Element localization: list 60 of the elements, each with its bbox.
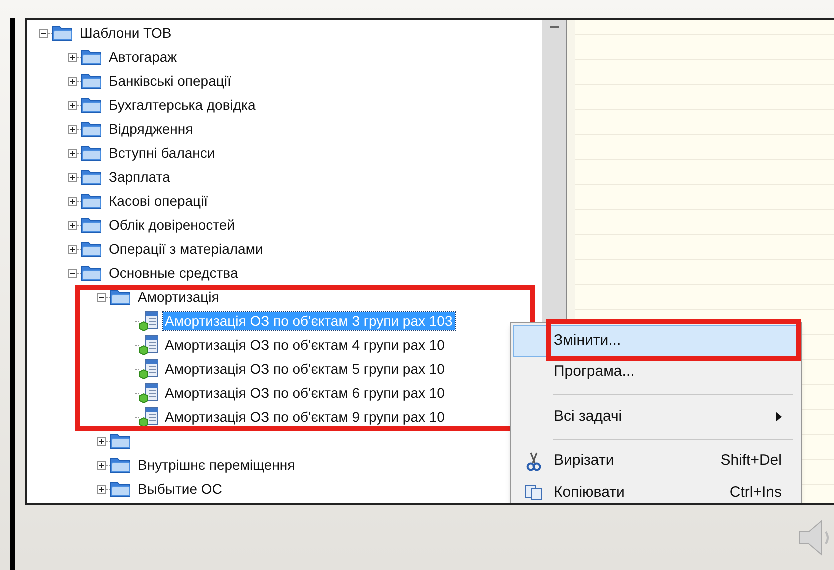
document-icon	[139, 383, 159, 403]
expand-icon[interactable]	[97, 460, 106, 470]
menu-item[interactable]: Копіювати Ctrl+Ins	[513, 477, 799, 503]
expand-icon[interactable]	[97, 484, 106, 494]
folder-icon	[81, 264, 103, 282]
tree-item[interactable]: Банківські операції	[107, 72, 234, 90]
tree-item[interactable]: Касові операції	[107, 192, 210, 210]
tree-item[interactable]: Відрядження	[107, 120, 196, 138]
expand-icon[interactable]	[97, 436, 106, 446]
document-icon	[139, 311, 159, 331]
expand-icon[interactable]	[68, 52, 77, 62]
folder-icon	[81, 216, 103, 234]
tree-item[interactable]: Амортизація ОЗ по об'єктам 5 групи рах 10	[163, 360, 447, 378]
collapse-icon[interactable]	[68, 268, 77, 278]
folder-icon	[81, 120, 103, 138]
folder-icon	[81, 144, 103, 162]
expand-icon[interactable]	[68, 148, 77, 158]
scissors-icon	[526, 452, 542, 472]
tree-item[interactable]: Автогараж	[107, 48, 180, 66]
expand-icon[interactable]	[68, 220, 77, 230]
folder-icon	[52, 24, 74, 42]
document-icon	[139, 335, 159, 355]
folder-icon	[110, 480, 132, 498]
expand-icon[interactable]	[68, 244, 77, 254]
expand-icon[interactable]	[68, 100, 77, 110]
menu-item[interactable]: Програма...	[513, 356, 799, 388]
document-icon	[139, 359, 159, 379]
menu-item[interactable]: Змінити...	[513, 325, 799, 357]
submenu-arrow-icon	[776, 412, 782, 422]
tree-item[interactable]: Зарплата	[107, 168, 172, 186]
folder-icon	[81, 96, 103, 114]
folder-icon	[110, 432, 132, 450]
expand-icon[interactable]	[68, 124, 77, 134]
tree-item[interactable]: Основные средства	[107, 264, 240, 282]
collapse-icon[interactable]	[97, 292, 106, 302]
tree-item[interactable]: Бухгалтерська довідка	[107, 96, 258, 114]
tree-item[interactable]: Вступні баланси	[107, 144, 218, 162]
expand-icon[interactable]	[68, 172, 77, 182]
document-icon	[139, 407, 159, 427]
folder-icon	[81, 192, 103, 210]
collapse-icon[interactable]	[39, 28, 48, 38]
folder-icon	[110, 456, 132, 474]
folder-icon	[81, 168, 103, 186]
tree-item[interactable]: Амортизація ОЗ по об'єктам 9 групи рах 10	[163, 408, 447, 426]
tree-item[interactable]: Амортизація ОЗ по об'єктам 6 групи рах 10	[163, 384, 447, 402]
tree-item[interactable]: Шаблони ТОВ	[78, 24, 174, 42]
tree-item[interactable]: Операції з матеріалами	[107, 240, 266, 258]
tree-item[interactable]: Выбытие ОС	[136, 480, 224, 498]
tree-item[interactable]: Внутрішнє переміщення	[136, 456, 298, 474]
folder-icon	[81, 72, 103, 90]
tree-item[interactable]: Амортизація	[136, 288, 222, 306]
tree-item[interactable]: Облік довіреностей	[107, 216, 238, 234]
menu-item[interactable]: Всі задачі	[513, 401, 799, 433]
expand-icon[interactable]	[68, 196, 77, 206]
tree-item[interactable]: Амортизація ОЗ по об'єктам 4 групи рах 10	[163, 336, 447, 354]
expand-icon[interactable]	[68, 76, 77, 86]
folder-icon	[81, 48, 103, 66]
folder-icon	[110, 288, 132, 306]
folder-icon	[81, 240, 103, 258]
menu-item[interactable]: Вирізати Shift+Del	[513, 446, 799, 478]
